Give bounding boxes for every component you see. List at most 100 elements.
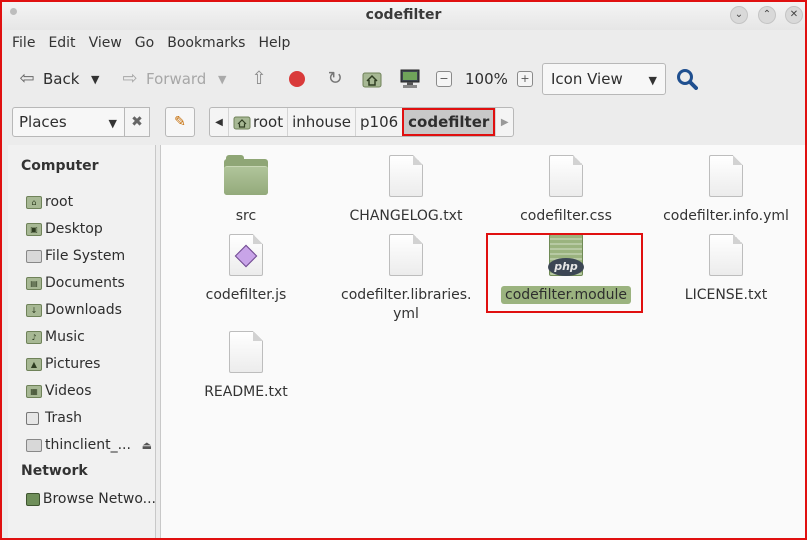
breadcrumb: ◀ root inhouse p106 codefilter ▶ (209, 107, 515, 137)
caret-down-icon: ▼ (648, 74, 657, 87)
file-view[interactable]: src CHANGELOG.txt codefilter.css codefil… (160, 145, 805, 538)
back-button[interactable]: ⇦ Back (16, 58, 79, 100)
pictures-folder-icon: ▲ (26, 357, 42, 371)
menu-edit[interactable]: Edit (48, 35, 75, 51)
arrow-right-icon: ⇨ (122, 68, 138, 89)
reload-icon: ↻ (327, 68, 343, 89)
zoom-in-button[interactable]: + (517, 58, 533, 100)
search-button[interactable] (676, 58, 698, 100)
title-bar[interactable]: codefilter ⌄ ⌃ ✕ (2, 2, 805, 30)
search-icon (676, 68, 698, 90)
breadcrumb-codefilter[interactable]: codefilter (402, 108, 496, 136)
pencil-icon: ✎ (174, 114, 186, 130)
up-button[interactable]: ⇧ (248, 58, 270, 100)
text-file-icon (224, 331, 268, 375)
sidebar-item-file-system[interactable]: File System (26, 245, 156, 267)
text-file-icon (384, 234, 428, 278)
desktop-folder-icon: ▣ (26, 222, 42, 236)
arrow-up-icon: ⇧ (251, 68, 267, 89)
drive-icon (26, 249, 42, 263)
sidebar-item-root[interactable]: ⌂ root (26, 191, 156, 213)
location-bar: Places ▼ ✖ ✎ ◀ root inhouse p106 codefil (2, 102, 805, 142)
file-item-info-yml[interactable]: codefilter.info.yml (661, 155, 791, 226)
stop-icon (286, 68, 308, 90)
zoom-level: 100% (465, 70, 508, 88)
menu-view[interactable]: View (89, 35, 122, 51)
minus-icon: − (436, 71, 452, 87)
sidebar-item-thinclient[interactable]: thinclient_... ⏏ (26, 434, 156, 456)
stop-button[interactable] (286, 58, 308, 100)
sidebar-item-downloads[interactable]: ↓ Downloads (26, 299, 156, 321)
network-icon (26, 492, 40, 506)
menu-bookmarks[interactable]: Bookmarks (167, 35, 245, 51)
home-icon (361, 68, 383, 90)
sidebar-item-pictures[interactable]: ▲ Pictures (26, 353, 156, 375)
sidebar-item-videos[interactable]: ▦ Videos (26, 380, 156, 402)
breadcrumb-scroll-right[interactable]: ▶ (495, 108, 513, 136)
minimize-button[interactable]: ⌄ (730, 6, 748, 24)
breadcrumb-p106[interactable]: p106 (355, 108, 402, 136)
trash-icon (26, 411, 39, 425)
home-button[interactable] (361, 58, 383, 100)
caret-down-icon: ▼ (108, 117, 117, 130)
computer-icon (399, 68, 421, 90)
file-item-src[interactable]: src (181, 155, 311, 226)
javascript-file-icon (224, 234, 268, 278)
file-item-libraries-yml[interactable]: codefilter.libraries. yml (341, 234, 472, 324)
sidebar-item-music[interactable]: ♪ Music (26, 326, 156, 348)
view-mode-select[interactable]: Icon View ▼ (542, 63, 666, 95)
file-item-readme[interactable]: README.txt (181, 331, 311, 402)
breadcrumb-root[interactable]: root (228, 108, 287, 136)
file-manager-window: codefilter ⌄ ⌃ ✕ File Edit View Go Bookm… (0, 0, 807, 540)
home-folder-icon (233, 116, 251, 129)
sidebar-item-documents[interactable]: ▤ Documents (26, 272, 156, 294)
eject-icon[interactable]: ⏏ (142, 439, 152, 452)
sidebar: Computer ⌂ root ▣ Desktop File System ▤ … (8, 145, 156, 538)
folder-icon (224, 155, 268, 199)
file-item-js[interactable]: codefilter.js (181, 234, 311, 305)
arrow-left-icon: ⇦ (19, 68, 35, 89)
breadcrumb-scroll-left[interactable]: ◀ (210, 108, 228, 136)
triangle-right-icon: ▶ (500, 116, 509, 128)
close-window-button[interactable]: ✕ (785, 6, 803, 24)
sidebar-item-browse-network[interactable]: Browse Netwo... (26, 488, 156, 510)
forward-history-dropdown[interactable]: ▼ (218, 58, 226, 100)
php-file-icon: php (544, 234, 588, 278)
menu-bar: File Edit View Go Bookmarks Help (2, 30, 805, 56)
drive-icon (26, 438, 42, 452)
maximize-button[interactable]: ⌃ (758, 6, 776, 24)
zoom-out-button[interactable]: − (436, 58, 452, 100)
caret-down-icon: ▼ (91, 72, 100, 86)
text-file-icon (384, 155, 428, 199)
toggle-location-entry-button[interactable]: ✎ (165, 107, 195, 137)
reload-button[interactable]: ↻ (324, 58, 346, 100)
back-history-dropdown[interactable]: ▼ (91, 58, 99, 100)
text-file-icon (544, 155, 588, 199)
plus-icon: + (517, 71, 533, 87)
documents-folder-icon: ▤ (26, 276, 42, 290)
file-item-css[interactable]: codefilter.css (501, 155, 631, 226)
sidebar-item-desktop[interactable]: ▣ Desktop (26, 218, 156, 240)
sidebar-heading-computer: Computer (21, 158, 99, 174)
forward-button[interactable]: ⇨ Forward (119, 58, 206, 100)
sidebar-heading-network: Network (21, 463, 88, 479)
file-item-module[interactable]: php codefilter.module (501, 234, 631, 305)
toolbar: ⇦ Back ▼ ⇨ Forward ▼ ⇧ ↻ − 100% + Icon V… (2, 58, 805, 100)
sidebar-item-trash[interactable]: Trash (26, 407, 156, 429)
close-sidebar-button[interactable]: ✖ (124, 107, 150, 137)
file-item-license[interactable]: LICENSE.txt (661, 234, 791, 305)
computer-button[interactable] (399, 58, 421, 100)
close-icon: ✖ (131, 114, 143, 130)
breadcrumb-inhouse[interactable]: inhouse (287, 108, 355, 136)
menu-file[interactable]: File (12, 35, 35, 51)
window-title: codefilter (365, 7, 442, 23)
menu-help[interactable]: Help (258, 35, 290, 51)
caret-down-icon: ▼ (218, 72, 227, 86)
menu-go[interactable]: Go (135, 35, 154, 51)
places-dropdown[interactable]: Places ▼ (12, 107, 126, 137)
text-file-icon (704, 234, 748, 278)
text-file-icon (704, 155, 748, 199)
downloads-folder-icon: ↓ (26, 303, 42, 317)
file-item-changelog[interactable]: CHANGELOG.txt (341, 155, 471, 226)
videos-folder-icon: ▦ (26, 384, 42, 398)
